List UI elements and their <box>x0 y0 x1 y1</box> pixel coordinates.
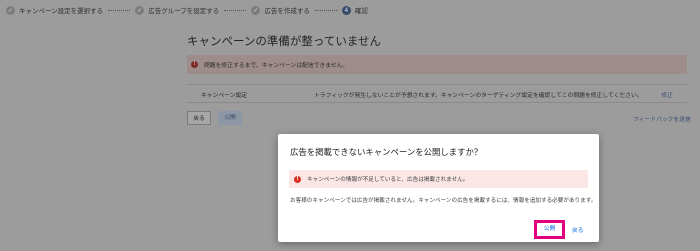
step-select-campaign-settings[interactable]: ✓ キャンペーン設定を選択する <box>6 5 103 15</box>
dialog-back-button[interactable]: 戻る <box>572 225 584 234</box>
step-number: 4 <box>341 5 351 15</box>
fix-link[interactable]: 修正 <box>661 90 673 99</box>
step-connector <box>314 9 337 11</box>
step-label: 確認 <box>354 7 368 15</box>
dialog-error-banner: ! キャンペーンの情報が不足していると、広告は掲載されません。 <box>289 170 588 188</box>
step-review: 4 確認 <box>341 5 368 15</box>
step-label: 広告を作成する <box>264 7 310 15</box>
page-error-text: 問題を修正するまで、キャンペーンは配信できません。 <box>204 63 349 69</box>
page-back-button[interactable]: 戻る <box>187 111 211 125</box>
error-icon: ! <box>191 61 198 68</box>
issue-row: キャンペーン設定 トラフィックが発生しないことが予想されます。キャンペーンのター… <box>187 84 687 103</box>
step-label: キャンペーン設定を選択する <box>19 7 104 15</box>
dialog-body-text: お客様のキャンペーンでは広告が掲載されません。キャンペーンの広告を掲載するには、… <box>290 198 597 204</box>
dialog-publish-button[interactable]: 公開 <box>534 220 565 239</box>
publish-confirm-dialog: 広告を掲載できないキャンペーンを公開しますか？ ! キャンペーンの情報が不足して… <box>278 134 599 242</box>
error-icon: ! <box>294 175 301 183</box>
dialog-error-text: キャンペーンの情報が不足していると、広告は掲載されません。 <box>307 177 469 183</box>
progress-stepper: ✓ キャンペーン設定を選択する ✓ 広告グループを設定する ✓ 広告を作成する … <box>0 0 700 20</box>
check-icon: ✓ <box>6 5 15 15</box>
check-icon: ✓ <box>251 5 261 15</box>
check-icon: ✓ <box>135 5 145 15</box>
step-create-ad[interactable]: ✓ 広告を作成する <box>251 5 310 15</box>
dialog-title: 広告を掲載できないキャンペーンを公開しますか？ <box>290 147 483 157</box>
step-connector <box>108 9 131 11</box>
send-feedback-link[interactable]: フィードバックを送信 <box>633 114 691 123</box>
step-label: 広告グループを設定する <box>148 7 220 15</box>
page-publish-button[interactable]: 公開 <box>218 111 242 125</box>
step-connector <box>224 9 247 11</box>
issue-message: トラフィックが発生しないことが予想されます。キャンペーンのターゲティング設定を確… <box>314 93 643 99</box>
issue-section: キャンペーン設定 <box>201 93 248 99</box>
page-title: キャンペーンの準備が整っていません <box>187 34 382 48</box>
step-ad-group[interactable]: ✓ 広告グループを設定する <box>135 5 219 15</box>
page-error-banner: ! 問題を修正するまで、キャンペーンは配信できません。 <box>187 55 687 74</box>
